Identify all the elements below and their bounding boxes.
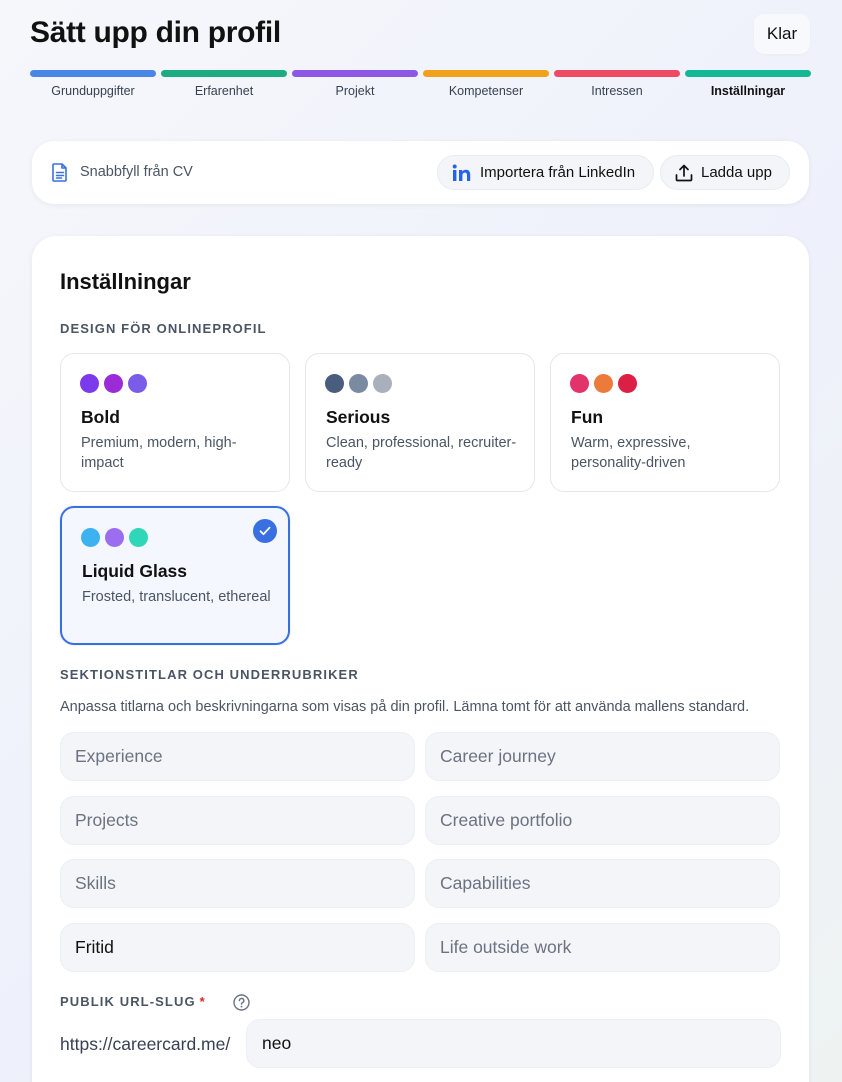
design-option-description: Frosted, translucent, ethereal [82, 589, 271, 605]
import-linkedin-button[interactable]: Importera från LinkedIn [437, 155, 654, 190]
section-title-input[interactable] [60, 795, 415, 845]
section-subtitle-input[interactable] [425, 732, 780, 781]
design-option-name: Serious [326, 407, 391, 427]
done-button[interactable]: Klar [754, 14, 810, 54]
step-bar [292, 70, 418, 77]
page-header: Sätt upp din profil Klar [30, 14, 812, 58]
document-icon [52, 163, 67, 182]
quickfill-label: Snabbfyll från CV [80, 164, 193, 180]
design-option-description: Premium, modern, high-impact [81, 435, 237, 471]
color-swatch [105, 528, 124, 547]
design-option-description: Clean, professional, recruiter-ready [326, 435, 517, 471]
step-label: Grunduppgifter [51, 84, 135, 98]
settings-card: Inställningar DESIGN FÖR ONLINEPROFIL Bo… [32, 236, 809, 1082]
page-title: Sätt upp din profil [30, 16, 281, 49]
step-bar [30, 70, 156, 77]
color-swatch [594, 374, 613, 393]
section-subtitle-input[interactable] [425, 795, 780, 845]
color-swatch [129, 528, 148, 547]
design-option-name: Fun [571, 407, 604, 427]
upload-icon [675, 164, 693, 181]
upload-label: Ladda upp [701, 164, 772, 181]
color-swatch [128, 374, 147, 393]
step-label: Projekt [335, 84, 375, 98]
step-label: Intressen [591, 84, 643, 98]
section-titles-helper: Anpassa titlarna och beskrivningarna som… [60, 699, 750, 715]
settings-title: Inställningar [60, 269, 191, 294]
slug-heading: PUBLIK URL-SLUG * [60, 994, 250, 1011]
url-slug-input[interactable] [246, 1019, 781, 1068]
color-swatch [373, 374, 392, 393]
help-icon[interactable] [233, 994, 250, 1011]
import-linkedin-label: Importera från LinkedIn [480, 164, 636, 181]
design-option-bold[interactable]: Bold Premium, modern, high-impact [60, 353, 290, 492]
step-label: Erfarenhet [194, 84, 254, 98]
design-option-serious[interactable]: Serious Clean, professional, recruiter-re… [305, 353, 535, 492]
step-label: Kompetenser [448, 84, 524, 98]
step-3[interactable]: Kompetenser [423, 70, 549, 98]
color-swatch [81, 528, 100, 547]
color-swatch [349, 374, 368, 393]
required-mark: * [199, 994, 206, 1009]
color-swatch [104, 374, 123, 393]
section-titles-heading: SEKTIONSTITLAR OCH UNDERRUBRIKER [60, 667, 359, 682]
step-2[interactable]: Projekt [292, 70, 418, 98]
step-progress: Grunduppgifter Erfarenhet Projekt Kompetens… [30, 70, 811, 98]
step-bar [685, 70, 811, 77]
color-swatch [618, 374, 637, 393]
step-bar [161, 70, 287, 77]
step-1[interactable]: Erfarenhet [161, 70, 287, 98]
step-0[interactable]: Grunduppgifter [30, 70, 156, 98]
design-option-fun[interactable]: Fun Warm, expressive, personality-driven [550, 353, 780, 492]
step-bar [554, 70, 680, 77]
design-option-name: Bold [81, 407, 120, 427]
step-bar [423, 70, 549, 77]
design-option-liquid-glass[interactable]: Liquid Glass Frosted, translucent, ethere… [60, 506, 290, 645]
color-swatch [325, 374, 344, 393]
section-subtitle-input[interactable] [425, 922, 780, 972]
quickfill-bar: Snabbfyll från CV Importera från LinkedI… [32, 141, 809, 204]
step-5[interactable]: Inställningar [685, 70, 811, 98]
section-subtitle-input[interactable] [425, 859, 780, 908]
design-heading: DESIGN FÖR ONLINEPROFIL [60, 321, 267, 336]
section-title-input[interactable] [60, 922, 415, 972]
design-option-description: Warm, expressive, personality-driven [571, 435, 691, 471]
step-4[interactable]: Intressen [554, 70, 680, 98]
step-label: Inställningar [710, 84, 786, 98]
color-swatches [570, 374, 637, 393]
section-title-input[interactable] [60, 859, 415, 908]
color-swatches [81, 528, 148, 547]
upload-button[interactable]: Ladda upp [660, 155, 790, 190]
url-prefix: https://careercard.me/ [60, 1034, 231, 1054]
color-swatches [80, 374, 147, 393]
color-swatch [80, 374, 99, 393]
design-option-name: Liquid Glass [82, 561, 188, 581]
slug-heading-text: PUBLIK URL-SLUG [60, 994, 196, 1009]
section-title-input[interactable] [60, 732, 415, 781]
linkedin-icon [452, 164, 471, 181]
checkmark-icon [253, 519, 277, 543]
color-swatch [570, 374, 589, 393]
color-swatches [325, 374, 392, 393]
